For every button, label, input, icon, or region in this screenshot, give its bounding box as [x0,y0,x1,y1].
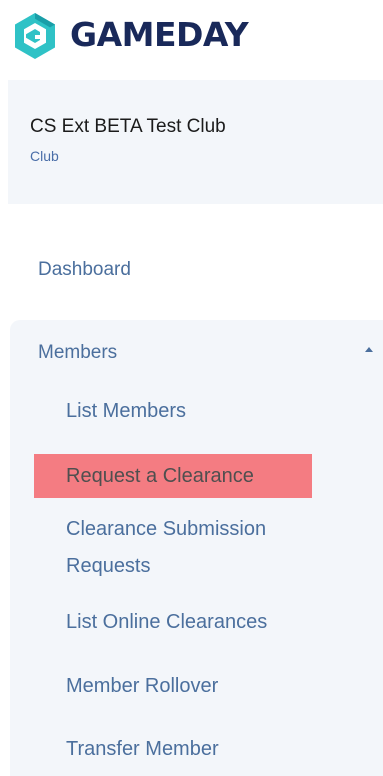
organisation-name: CS Ext BETA Test Club [30,116,226,137]
collapse-caret-icon[interactable] [365,347,373,352]
gameday-logo-icon[interactable] [10,11,60,61]
brand-name: GAMEDAY [70,15,249,54]
app-header: GAMEDAY [0,0,383,78]
organisation-type: Club [30,148,59,164]
nav-item-members[interactable]: Members [38,342,117,364]
nav-subitem-transfer-member[interactable]: Transfer Member [66,731,219,768]
organisation-card[interactable]: CS Ext BETA Test Club Club [8,80,383,204]
nav-item-dashboard[interactable]: Dashboard [38,259,131,281]
nav-section-members: Members List Members Request a Clearance… [10,320,383,776]
nav-subitem-clearance-submission-requests[interactable]: Clearance Submission Requests [66,511,336,585]
nav-subitem-list-members[interactable]: List Members [66,393,186,430]
nav-subitem-request-a-clearance[interactable]: Request a Clearance [34,454,312,498]
nav-subitem-list-online-clearances[interactable]: List Online Clearances [66,604,267,641]
nav-subitem-member-rollover[interactable]: Member Rollover [66,668,218,705]
